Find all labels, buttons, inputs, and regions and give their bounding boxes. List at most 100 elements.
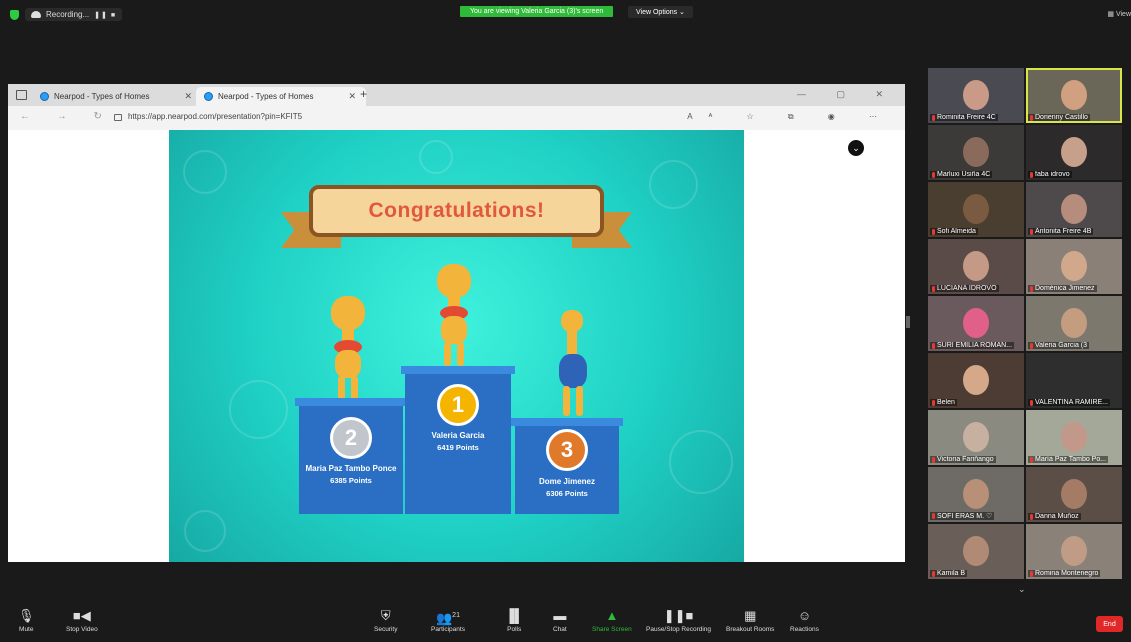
participant-tile[interactable]: Danna Muñoz: [1026, 467, 1122, 522]
window-icon[interactable]: [16, 90, 27, 100]
close-tab-icon[interactable]: ✕: [184, 91, 192, 102]
participant-name: María Paz Tambo Po...: [1035, 456, 1107, 463]
browser-tab-bar: Nearpod - Types of Homes ✕ Nearpod - Typ…: [8, 84, 905, 106]
recording-label: Recording...: [46, 10, 90, 19]
viewing-banner: You are viewing Valeria Garcia (3)'s scr…: [460, 6, 614, 17]
view-button[interactable]: ▦ View: [1107, 10, 1131, 18]
mute-button[interactable]: 🎙 Mute: [18, 608, 35, 633]
pause-stop-icon: ❚❚■: [663, 608, 694, 623]
panel-splitter[interactable]: [906, 316, 910, 328]
collapse-chevron-icon[interactable]: ⌄: [848, 140, 864, 156]
share-screen-button[interactable]: ▲ Share Screen: [592, 608, 632, 633]
participant-video: [963, 365, 989, 395]
lock-icon: [114, 114, 122, 121]
participant-video: [963, 308, 989, 338]
participant-tile[interactable]: Antonita Freire 4B: [1026, 182, 1122, 237]
browser-toolbar-icons[interactable]: Aᴬ ☆ ⧉ ◉ ⋯: [687, 112, 893, 122]
browser-tab[interactable]: Nearpod - Types of Homes ✕: [32, 87, 202, 106]
participants-button[interactable]: 👥21 Participants: [431, 608, 465, 633]
pause-stop-controls[interactable]: ❚❚ ■: [94, 11, 116, 19]
window-controls[interactable]: — ▢ ✕: [797, 89, 897, 100]
chat-button[interactable]: ▬ Chat: [553, 608, 567, 633]
participant-tile[interactable]: Sofi Almeida: [928, 182, 1024, 237]
new-tab-button[interactable]: +: [360, 87, 367, 101]
nearpod-slide: Congratulations! 2 Maria Paz Tambo Ponce…: [169, 130, 744, 562]
browser-tab-active[interactable]: Nearpod - Types of Homes ✕: [196, 87, 366, 106]
participant-tile-active-speaker[interactable]: Dorienny Castillo: [1026, 68, 1122, 123]
end-meeting-button[interactable]: End: [1096, 616, 1123, 632]
participant-name: Victoria Fariñango: [937, 456, 994, 463]
close-tab-icon[interactable]: ✕: [348, 91, 356, 102]
participant-tile[interactable]: Doménica Jimenez: [1026, 239, 1122, 294]
participant-tile[interactable]: María Paz Tambo Po...: [1026, 410, 1122, 465]
participant-video: [1061, 422, 1087, 452]
participant-video: [963, 536, 989, 566]
participant-tile[interactable]: Rominita Freire 4C: [928, 68, 1024, 123]
navigation-buttons[interactable]: ← → ↻: [20, 111, 114, 122]
polls-button[interactable]: ▐▌ Polls: [505, 608, 523, 633]
mic-muted-icon: [932, 228, 935, 235]
participant-tile[interactable]: Kamila B: [928, 524, 1024, 579]
recording-pill[interactable]: Recording... ❚❚ ■: [25, 8, 123, 21]
participant-video: [1061, 137, 1087, 167]
cloud-icon: [31, 11, 41, 18]
participant-name: Rominita Freire 4C: [937, 114, 996, 121]
stop-video-button[interactable]: ■◀ Stop Video: [66, 608, 98, 633]
participants-icon: 👥21: [435, 610, 460, 626]
mic-muted-icon: [1030, 285, 1033, 292]
participant-name: Romina Montenegro: [1035, 570, 1099, 577]
participants-label: Participants: [431, 626, 465, 633]
participant-tile[interactable]: SOFI ERAS M. ♡: [928, 467, 1024, 522]
participant-tile[interactable]: Romina Montenegro: [1026, 524, 1122, 579]
tab-label: Nearpod - Types of Homes: [218, 92, 314, 101]
participant-video: [1061, 194, 1087, 224]
mic-muted-icon: [932, 342, 935, 349]
url-field[interactable]: https://app.nearpod.com/presentation?pin…: [114, 112, 302, 121]
pause-stop-recording-button[interactable]: ❚❚■ Pause/Stop Recording: [646, 608, 711, 633]
gold-medal-icon: 1: [437, 384, 479, 426]
participant-tile[interactable]: VALENTINA RAMIRE...: [1026, 353, 1122, 408]
breakout-rooms-button[interactable]: ▦ Breakout Rooms: [726, 608, 774, 633]
third-place-points: 6306 Points: [546, 489, 588, 498]
security-button[interactable]: ⛨ Security: [374, 608, 397, 633]
participant-tile[interactable]: LUCIANA IDROVO: [928, 239, 1024, 294]
participant-name: Marluxi Usiña 4C: [937, 171, 991, 178]
participant-tile[interactable]: Belen: [928, 353, 1024, 408]
background-pattern: [183, 150, 227, 194]
mic-muted-icon: [932, 171, 935, 178]
participants-count: 21: [452, 612, 460, 619]
participant-tile[interactable]: Valeria Garcia (3: [1026, 296, 1122, 351]
security-label: Security: [374, 626, 398, 633]
nearpod-icon: [204, 92, 213, 101]
address-bar: ← → ↻ https://app.nearpod.com/presentati…: [8, 106, 905, 131]
background-pattern: [419, 140, 453, 174]
giraffe-first-place: [431, 256, 476, 368]
participant-video: [963, 422, 989, 452]
podium-top: [295, 398, 407, 406]
shield-icon: ⛨: [380, 608, 391, 623]
view-options-button[interactable]: View Options ⌄: [628, 6, 693, 18]
participant-tile[interactable]: Marluxi Usiña 4C: [928, 125, 1024, 180]
participant-tile[interactable]: Victoria Fariñango: [928, 410, 1024, 465]
participant-tile[interactable]: faba idrovo: [1026, 125, 1122, 180]
mic-muted-icon: [1030, 171, 1033, 178]
third-place-name: Dome Jimenez: [538, 477, 596, 486]
zoom-top-bar: Recording... ❚❚ ■ You are viewing Valeri…: [0, 0, 1131, 28]
participant-tile[interactable]: SURI EMILIA ROMAN...: [928, 296, 1024, 351]
participant-name: Kamila B: [937, 570, 966, 577]
participant-name: VALENTINA RAMIRE...: [1035, 399, 1108, 406]
bar-chart-icon: ▐▌: [505, 608, 524, 623]
more-participants-chevron-icon[interactable]: ⌄: [1018, 584, 1026, 595]
mic-muted-icon: [1030, 570, 1033, 577]
pause-stop-recording-label: Pause/Stop Recording: [646, 626, 712, 633]
mic-muted-icon: [1030, 114, 1033, 121]
participant-name: Valeria Garcia (3: [1035, 342, 1088, 349]
podium-top: [401, 366, 515, 374]
mic-muted-icon: [1030, 513, 1033, 520]
participant-name: Sofi Almeida: [937, 228, 976, 235]
breakout-rooms-label: Breakout Rooms: [726, 626, 775, 633]
reactions-button[interactable]: ☺ Reactions: [790, 608, 819, 633]
nearpod-icon: [40, 92, 49, 101]
giraffe-third-place: [549, 310, 599, 418]
second-place-points: 6385 Points: [330, 476, 372, 485]
